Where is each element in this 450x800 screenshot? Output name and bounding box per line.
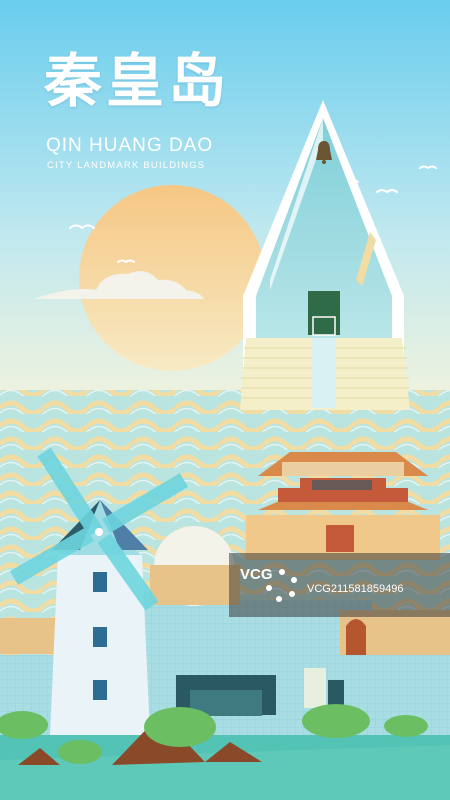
camera-lens-icon: [266, 569, 297, 602]
gate-tower-landmark: [246, 452, 440, 560]
title-english: QIN HUANG DAO: [46, 135, 214, 156]
watermark-id: VCG211581859496: [307, 583, 404, 595]
title-chinese: 秦皇岛: [44, 47, 231, 115]
poster: 秦皇岛 QIN HUANG DAO CITY LANDMARK BUILDING…: [0, 0, 450, 800]
subtitle: CITY LANDMARK BUILDINGS: [47, 160, 206, 171]
scene-illustration: [0, 0, 450, 800]
left-wall: [0, 618, 60, 654]
